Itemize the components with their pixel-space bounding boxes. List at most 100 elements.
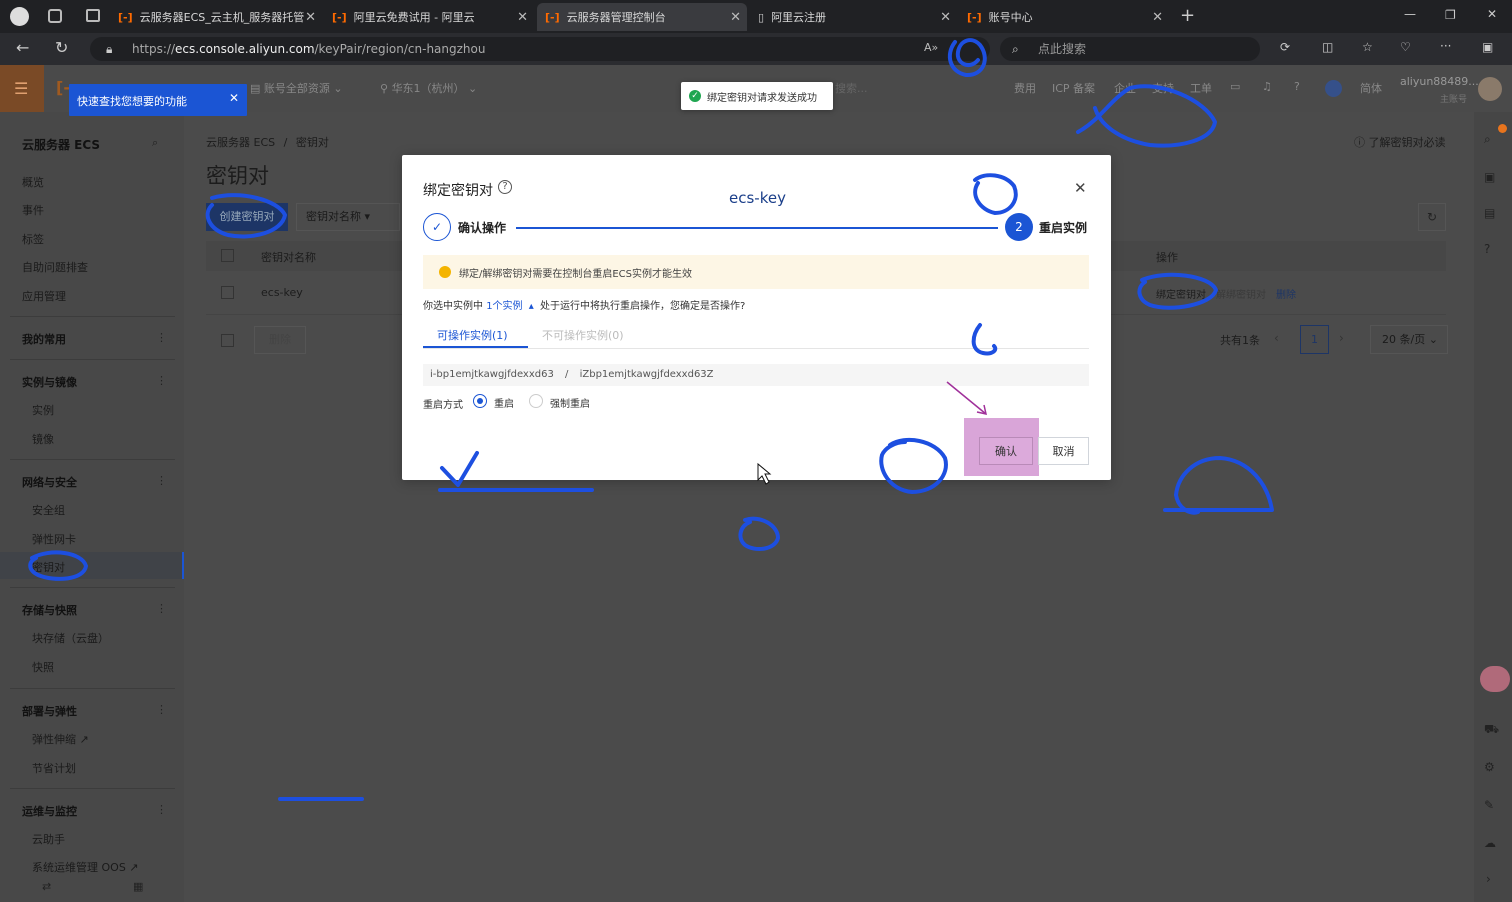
close-icon[interactable]: ✕ [940, 10, 951, 25]
edit-icon[interactable]: ✎ [1484, 798, 1494, 812]
sidebar-group-storage[interactable]: 存储与快照 [22, 602, 77, 618]
tab-ecs-product[interactable]: [-] 云服务器ECS_云主机_服务器托管 ✕ [110, 3, 322, 31]
minimize-icon[interactable]: — [1404, 7, 1416, 21]
sidebar-group-deploy-elastic[interactable]: 部署与弹性 [22, 703, 77, 719]
console-search[interactable]: 搜索... [835, 80, 868, 96]
sidebar-item-savings-plan[interactable]: 节省计划 [32, 760, 76, 776]
nav-ticket[interactable]: 工单 [1190, 80, 1212, 96]
tab-register[interactable]: ▯ 阿里云注册 ✕ [750, 3, 957, 31]
close-icon[interactable]: ✕ [1074, 179, 1087, 197]
sidebar-group-instances-images[interactable]: 实例与镜像 [22, 374, 77, 390]
restart-radio[interactable] [473, 394, 487, 408]
confirm-button[interactable]: 确认 [979, 437, 1033, 465]
sidebar-item-keypairs[interactable]: 密钥对 [0, 552, 184, 579]
close-icon[interactable]: ✕ [229, 91, 239, 105]
layout-icon[interactable]: ▦ [133, 880, 143, 893]
sidebar-item-troubleshoot[interactable]: 自助问题排查 [22, 259, 88, 275]
sidebar-item-app-management[interactable]: 应用管理 [22, 288, 66, 304]
window-close-icon[interactable]: ✕ [1487, 7, 1497, 21]
help-icon[interactable]: ? [498, 180, 512, 194]
sidebar-item-block-storage[interactable]: 块存储（云盘） [32, 630, 109, 646]
sidebar-item-images[interactable]: 镜像 [32, 431, 54, 447]
split-screen-icon[interactable]: ◫ [1322, 40, 1333, 54]
back-icon[interactable]: ← [16, 38, 29, 57]
next-page-icon[interactable]: › [1339, 331, 1344, 345]
help-link[interactable]: ⓘ 了解密钥对必读 [1354, 134, 1446, 150]
bind-keypair-link[interactable]: 绑定密钥对 [1156, 286, 1206, 301]
sidebar-item-oos[interactable]: 系统运维管理 OOS ↗ [32, 859, 139, 875]
sidebar-item-autoscaling[interactable]: 弹性伸缩 ↗ [32, 731, 89, 747]
cart-icon[interactable]: ⛟ [1484, 722, 1499, 738]
ai-assistant-icon[interactable] [1325, 80, 1342, 97]
search-icon[interactable]: ⌕ [1484, 132, 1491, 147]
collections-icon[interactable] [48, 9, 62, 23]
message-icon[interactable]: ▭ [1230, 80, 1240, 93]
sidebar-item-eni[interactable]: 弹性网卡 [32, 531, 76, 547]
url-field[interactable]: 🔒︎ https://ecs.console.aliyun.com/keyPai… [90, 37, 990, 61]
chat-icon[interactable]: ▣ [1484, 170, 1495, 184]
expand-icon[interactable]: › [1486, 872, 1491, 886]
tab-free-trial[interactable]: [-] 阿里云免费试用 - 阿里云 ✕ [324, 3, 534, 31]
sidebar-group-ops-monitoring[interactable]: 运维与监控 [22, 803, 77, 819]
selected-instances-link[interactable]: 1个实例 [486, 301, 522, 312]
close-icon[interactable]: ✕ [1152, 10, 1163, 25]
filter-select[interactable]: 密钥对名称 ▾ [296, 203, 400, 231]
more-icon[interactable]: ⋮ [156, 602, 167, 615]
health-icon[interactable]: ♡ [1400, 40, 1411, 54]
sidebar-item-instances[interactable]: 实例 [32, 402, 54, 418]
extensions-icon[interactable]: ⟳ [1280, 40, 1290, 54]
language-select[interactable]: 简体 [1360, 80, 1382, 96]
tab-actions-icon[interactable] [86, 9, 100, 22]
collapse-icon[interactable]: ⇄ [42, 880, 51, 893]
more-icon[interactable]: ··· [1440, 39, 1451, 53]
prev-page-icon[interactable]: ‹ [1274, 331, 1279, 345]
nav-enterprise[interactable]: 企业 [1114, 80, 1136, 96]
delete-link[interactable]: 删除 [1276, 286, 1296, 301]
region-select[interactable]: ⚲ 华东1（杭州） ⌄ [380, 80, 477, 96]
username[interactable]: aliyun88489... [1400, 75, 1479, 88]
close-icon[interactable]: ✕ [517, 10, 528, 25]
bell-icon[interactable]: ♫ [1262, 80, 1272, 93]
profile-icon[interactable] [10, 7, 29, 26]
settings-icon[interactable]: ⚙ [1484, 760, 1495, 774]
create-keypair-button[interactable]: 创建密钥对 [206, 203, 288, 231]
nav-icp[interactable]: ICP 备案 [1052, 80, 1095, 96]
help-icon[interactable]: ? [1484, 242, 1490, 256]
tab-account-center[interactable]: [-] 账号中心 ✕ [959, 3, 1169, 31]
breadcrumb-ecs[interactable]: 云服务器 ECS [206, 136, 275, 149]
tab-ecs-console[interactable]: [-] 云服务器管理控制台 ✕ [537, 3, 747, 31]
aliyun-logo[interactable]: [- [56, 78, 70, 97]
more-icon[interactable]: ⋮ [156, 331, 167, 344]
page-number[interactable]: 1 [1300, 325, 1329, 354]
restore-icon[interactable]: ❐ [1445, 8, 1456, 22]
read-aloud-icon[interactable]: A» [924, 41, 938, 54]
search-icon[interactable]: ⌕ [152, 136, 158, 150]
sidebar-item-overview[interactable]: 概览 [22, 174, 44, 190]
sidebar-group-network-security[interactable]: 网络与安全 [22, 474, 77, 490]
account-scope-select[interactable]: ▤ 账号全部资源 ⌄ [250, 80, 343, 96]
select-all-checkbox[interactable] [221, 249, 234, 262]
sidebar-item-events[interactable]: 事件 [22, 202, 44, 218]
sidebar-group-favorites[interactable]: 我的常用 [22, 331, 66, 347]
tab-operable-instances[interactable]: 可操作实例(1) [437, 327, 508, 343]
close-icon[interactable]: ✕ [730, 10, 741, 25]
page-size-select[interactable]: 20 条/页 ⌄ [1370, 325, 1448, 354]
more-icon[interactable]: ⋮ [156, 474, 167, 487]
more-icon[interactable]: ⋮ [156, 803, 167, 816]
help-icon[interactable]: ? [1294, 80, 1300, 93]
bulk-select-checkbox[interactable] [221, 334, 234, 347]
cancel-button[interactable]: 取消 [1038, 437, 1089, 465]
sidebar-toggle-icon[interactable]: ▣ [1482, 40, 1493, 54]
refresh-icon[interactable]: ↻ [55, 38, 68, 57]
sidebar-item-snapshots[interactable]: 快照 [32, 659, 54, 675]
avatar[interactable] [1478, 77, 1502, 101]
more-icon[interactable]: ⋮ [156, 374, 167, 387]
translate-icon[interactable] [1480, 666, 1510, 692]
favorites-icon[interactable]: ☆ [1362, 40, 1373, 54]
browser-search-field[interactable]: ⌕ 点此搜索 [1000, 37, 1260, 61]
nav-support[interactable]: 支持 [1152, 80, 1174, 96]
row-checkbox[interactable] [221, 286, 234, 299]
caret-up-icon[interactable]: ▴ [529, 301, 534, 312]
sidebar-item-tags[interactable]: 标签 [22, 231, 44, 247]
document-icon[interactable]: ▤ [1484, 206, 1495, 220]
